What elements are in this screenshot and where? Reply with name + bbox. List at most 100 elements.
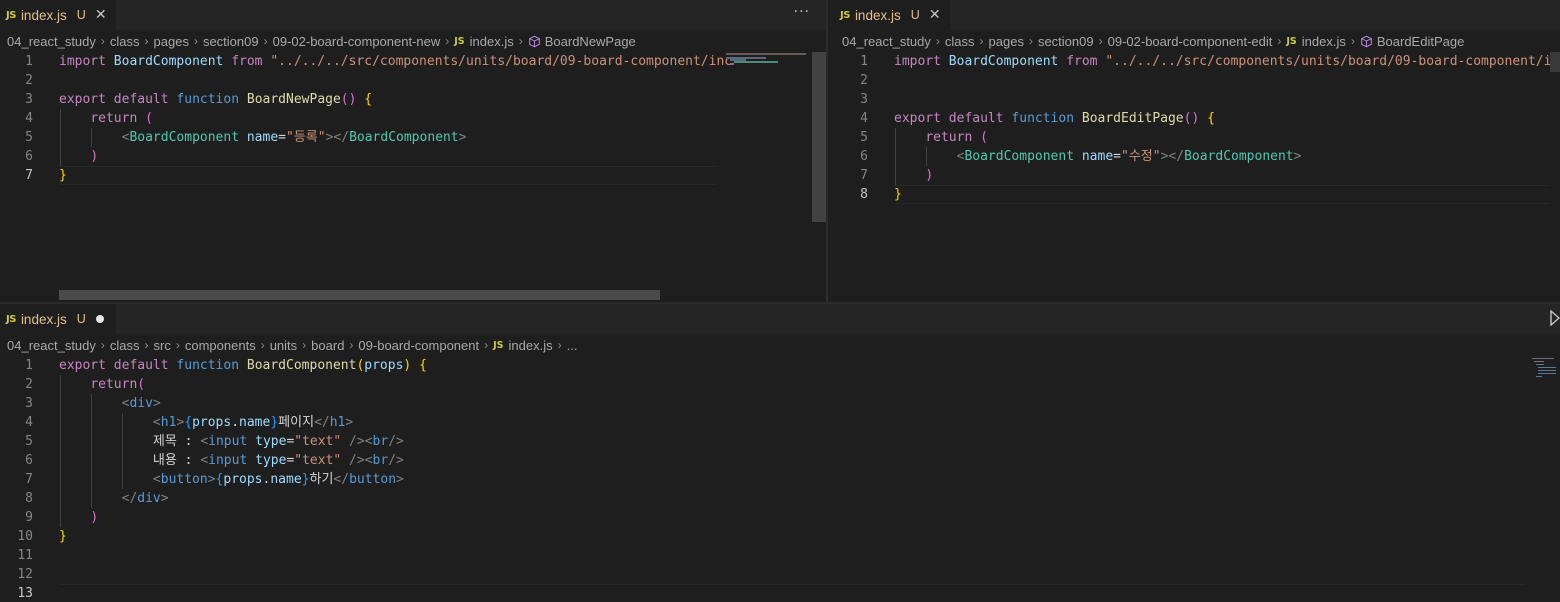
code-token: (	[980, 130, 988, 145]
more-actions-icon[interactable]: ···	[794, 4, 810, 20]
javascript-file-icon: JS	[6, 313, 16, 325]
breadcrumb-item[interactable]: section09	[1038, 34, 1094, 49]
breadcrumb-item[interactable]: src	[154, 338, 171, 353]
chevron-right-icon: ›	[100, 34, 105, 48]
close-icon[interactable]: ✕	[928, 7, 942, 23]
editor-pane-board-new[interactable]: JS index.js U ✕ ··· 04_react_study › cla…	[0, 0, 826, 302]
breadcrumb-item[interactable]: 09-02-board-component-edit	[1108, 34, 1273, 49]
line-number: 1	[25, 358, 33, 373]
code-token: ></	[325, 130, 350, 145]
horizontal-scrollbar[interactable]	[59, 290, 660, 300]
line-number: 2	[25, 377, 33, 392]
breadcrumb: 04_react_study › class › pages › section…	[0, 30, 826, 52]
breadcrumb-file[interactable]: index.js	[509, 338, 553, 353]
code-token: from	[231, 54, 263, 69]
code-editor[interactable]: 1 import BoardComponent from "../../../sr…	[828, 52, 1560, 302]
breadcrumb-symbol[interactable]: BoardNewPage	[545, 34, 636, 49]
chevron-right-icon: ›	[979, 34, 984, 48]
tab-bar: JS index.js U ✕	[828, 0, 1560, 30]
code-token: }	[270, 415, 279, 430]
code-token: </	[314, 415, 330, 430]
code-token: </	[333, 472, 350, 487]
code-token: import	[894, 54, 941, 69]
chevron-right-icon: ›	[175, 338, 180, 352]
code-token: BoardComponent	[129, 130, 240, 145]
code-token: =	[1113, 149, 1121, 164]
unsaved-dot-icon[interactable]	[95, 315, 104, 323]
code-editor[interactable]: 1 import BoardComponent from "../../../sr…	[0, 52, 826, 302]
code-token: input	[208, 434, 248, 449]
code-token: ()	[1183, 111, 1200, 126]
breadcrumb-item[interactable]: class	[110, 338, 140, 353]
code-token: )	[90, 510, 99, 525]
editor-pane-board-component[interactable]: JS index.js U 04_react_study › class › s…	[0, 304, 1560, 602]
code-token: type	[255, 434, 287, 449]
breadcrumb-item[interactable]: board	[311, 338, 344, 353]
breadcrumb-item[interactable]: pages	[154, 34, 189, 49]
vertical-scrollbar[interactable]	[1550, 52, 1560, 72]
code-token: name	[239, 415, 271, 430]
code-token: (	[145, 111, 153, 126]
code-editor[interactable]: 1 export default function BoardComponent (…	[0, 356, 1560, 602]
breadcrumb-item[interactable]: components	[185, 338, 256, 353]
code-token: BoardComponent	[1184, 149, 1294, 164]
breadcrumb-item[interactable]: section09	[203, 34, 259, 49]
code-token: function	[176, 358, 240, 373]
tab-index-js-component[interactable]: JS index.js U	[0, 304, 117, 334]
code-token: >	[458, 130, 467, 145]
line-number: 4	[25, 111, 33, 126]
breadcrumb-item[interactable]: 04_react_study	[7, 338, 96, 353]
code-token: br	[372, 453, 389, 468]
code-token: <	[152, 472, 161, 487]
code-token: default	[113, 92, 169, 107]
breadcrumb-file[interactable]: index.js	[470, 34, 514, 49]
run-play-icon[interactable]	[1550, 310, 1560, 326]
vertical-scrollbar[interactable]	[812, 52, 826, 222]
code-token: br	[372, 434, 389, 449]
code-token: >	[396, 472, 404, 487]
minimap[interactable]	[1530, 356, 1558, 602]
tab-index-js-edit[interactable]: JS index.js U ✕	[828, 0, 951, 30]
breadcrumb-item[interactable]: class	[945, 34, 975, 49]
breadcrumb-file[interactable]: index.js	[1302, 34, 1346, 49]
breadcrumb-item[interactable]: 09-02-board-component-new	[273, 34, 441, 49]
line-number: 8	[860, 187, 868, 202]
code-token: }	[59, 168, 67, 183]
line-number: 10	[17, 529, 33, 544]
tab-index-js-new[interactable]: JS index.js U ✕	[0, 0, 117, 30]
code-token: input	[208, 453, 248, 468]
line-number: 6	[860, 149, 868, 164]
tab-label: index.js	[20, 311, 67, 327]
code-token: "등록"	[286, 130, 326, 145]
code-token: >	[160, 491, 169, 506]
line-number: 3	[25, 92, 33, 107]
line-number: 13	[17, 586, 33, 601]
breadcrumb-symbol[interactable]: ...	[567, 338, 578, 353]
breadcrumb-item[interactable]: 09-board-component	[358, 338, 479, 353]
breadcrumb-item[interactable]: units	[270, 338, 297, 353]
chevron-right-icon: ›	[445, 34, 450, 48]
breadcrumb-symbol[interactable]: BoardEditPage	[1377, 34, 1464, 49]
chevron-right-icon: ›	[260, 338, 265, 352]
code-token: default	[948, 111, 1004, 126]
line-number: 8	[25, 491, 33, 506]
breadcrumb-item[interactable]: pages	[989, 34, 1024, 49]
editor-pane-board-edit[interactable]: JS index.js U ✕ 04_react_study › class ›…	[828, 0, 1560, 302]
code-token: name	[270, 472, 302, 487]
untracked-badge: U	[76, 312, 86, 326]
breadcrumb-item[interactable]: 04_react_study	[7, 34, 96, 49]
code-token: from	[1066, 54, 1098, 69]
line-number: 5	[25, 434, 33, 449]
breadcrumb-item[interactable]: 04_react_study	[842, 34, 931, 49]
minimap[interactable]	[716, 52, 816, 302]
code-token: {	[419, 358, 427, 373]
code-token: "../../../src/components/units/board/09-…	[1105, 54, 1560, 69]
close-icon[interactable]: ✕	[94, 7, 108, 23]
code-token: />	[341, 453, 365, 468]
breadcrumb: 04_react_study › class › src › component…	[0, 334, 1560, 356]
code-token: (	[137, 377, 146, 392]
code-token: )	[403, 358, 412, 373]
code-token: return	[90, 111, 138, 126]
line-number: 7	[25, 472, 33, 487]
breadcrumb-item[interactable]: class	[110, 34, 140, 49]
